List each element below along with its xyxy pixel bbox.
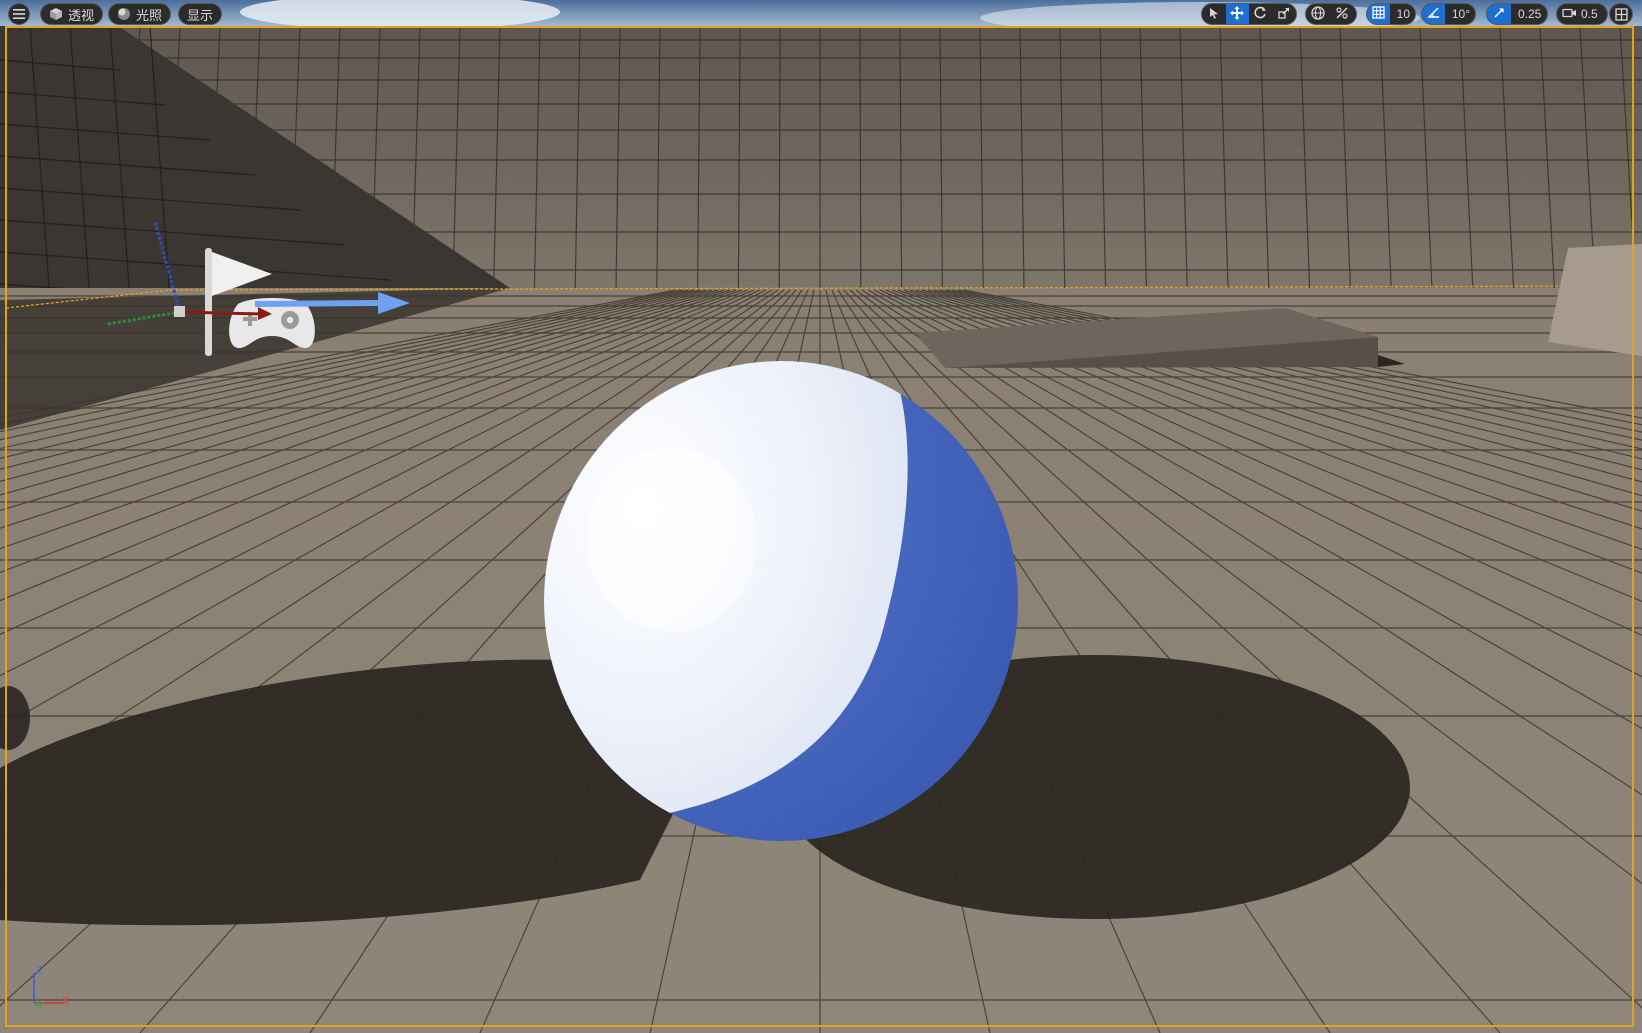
cursor-select-icon — [1208, 7, 1220, 22]
viewport-menu-button[interactable] — [8, 3, 30, 25]
world-local-toggle[interactable] — [1306, 4, 1330, 24]
viewport-layout-icon — [1614, 7, 1628, 21]
camera-icon — [1561, 7, 1577, 22]
transform-tools — [1201, 3, 1297, 25]
hamburger-menu-icon — [13, 9, 25, 19]
perspective-button[interactable]: 透视 — [40, 3, 104, 25]
scale-snap-group: 0.25 — [1486, 3, 1548, 25]
viewport-scene[interactable] — [0, 0, 1642, 1033]
coordinate-tools — [1305, 3, 1357, 25]
lighting-label: 光照 — [136, 7, 163, 23]
select-tool-button[interactable] — [1202, 4, 1226, 24]
translate-tool-button[interactable] — [1225, 4, 1249, 24]
lighting-button[interactable]: 光照 — [108, 3, 172, 25]
rotation-snap-group: 10° — [1421, 3, 1476, 25]
scale-snap-icon — [1493, 7, 1505, 22]
camera-speed-value[interactable]: 0.5 — [1581, 4, 1603, 24]
globe-icon — [1311, 5, 1325, 23]
axis-x-label: X — [62, 996, 69, 1007]
axis-z-label: Z — [36, 965, 43, 976]
show-button[interactable]: 显示 — [178, 3, 223, 25]
angle-icon — [1427, 6, 1440, 22]
viewport-layout-button[interactable] — [1609, 3, 1633, 25]
rotation-snap-toggle[interactable] — [1422, 4, 1445, 24]
scale-snap-toggle[interactable] — [1487, 4, 1511, 24]
rotation-snap-value[interactable]: 10° — [1445, 4, 1475, 24]
camera-speed-button[interactable] — [1557, 4, 1581, 24]
cube-icon — [49, 7, 63, 21]
camera-speed-group: 0.5 — [1556, 3, 1608, 25]
scale-snap-value[interactable]: 0.25 — [1511, 4, 1546, 24]
perspective-label: 透视 — [68, 7, 95, 23]
surface-snap-toggle[interactable] — [1330, 4, 1354, 24]
show-label: 显示 — [187, 7, 214, 23]
scale-tool-button[interactable] — [1273, 4, 1297, 24]
surface-snap-icon — [1335, 6, 1349, 23]
level-viewport[interactable]: 透视 光照 显示 10 10° 0.25 0.5 Z Y X — [0, 0, 1642, 1033]
grid-snap-toggle[interactable] — [1367, 4, 1390, 24]
scale-icon — [1278, 7, 1290, 22]
move-arrows-icon — [1230, 5, 1245, 23]
axis-y-label: Y — [37, 1001, 44, 1012]
world-axis-gizmo: Z Y X — [24, 965, 74, 1015]
grid-snap-group: 10 — [1366, 3, 1416, 25]
rotate-icon — [1254, 6, 1267, 22]
rotate-tool-button[interactable] — [1249, 4, 1273, 24]
grid-icon — [1372, 6, 1385, 22]
grid-snap-value[interactable]: 10 — [1390, 4, 1415, 24]
lit-sphere-icon — [117, 7, 131, 21]
